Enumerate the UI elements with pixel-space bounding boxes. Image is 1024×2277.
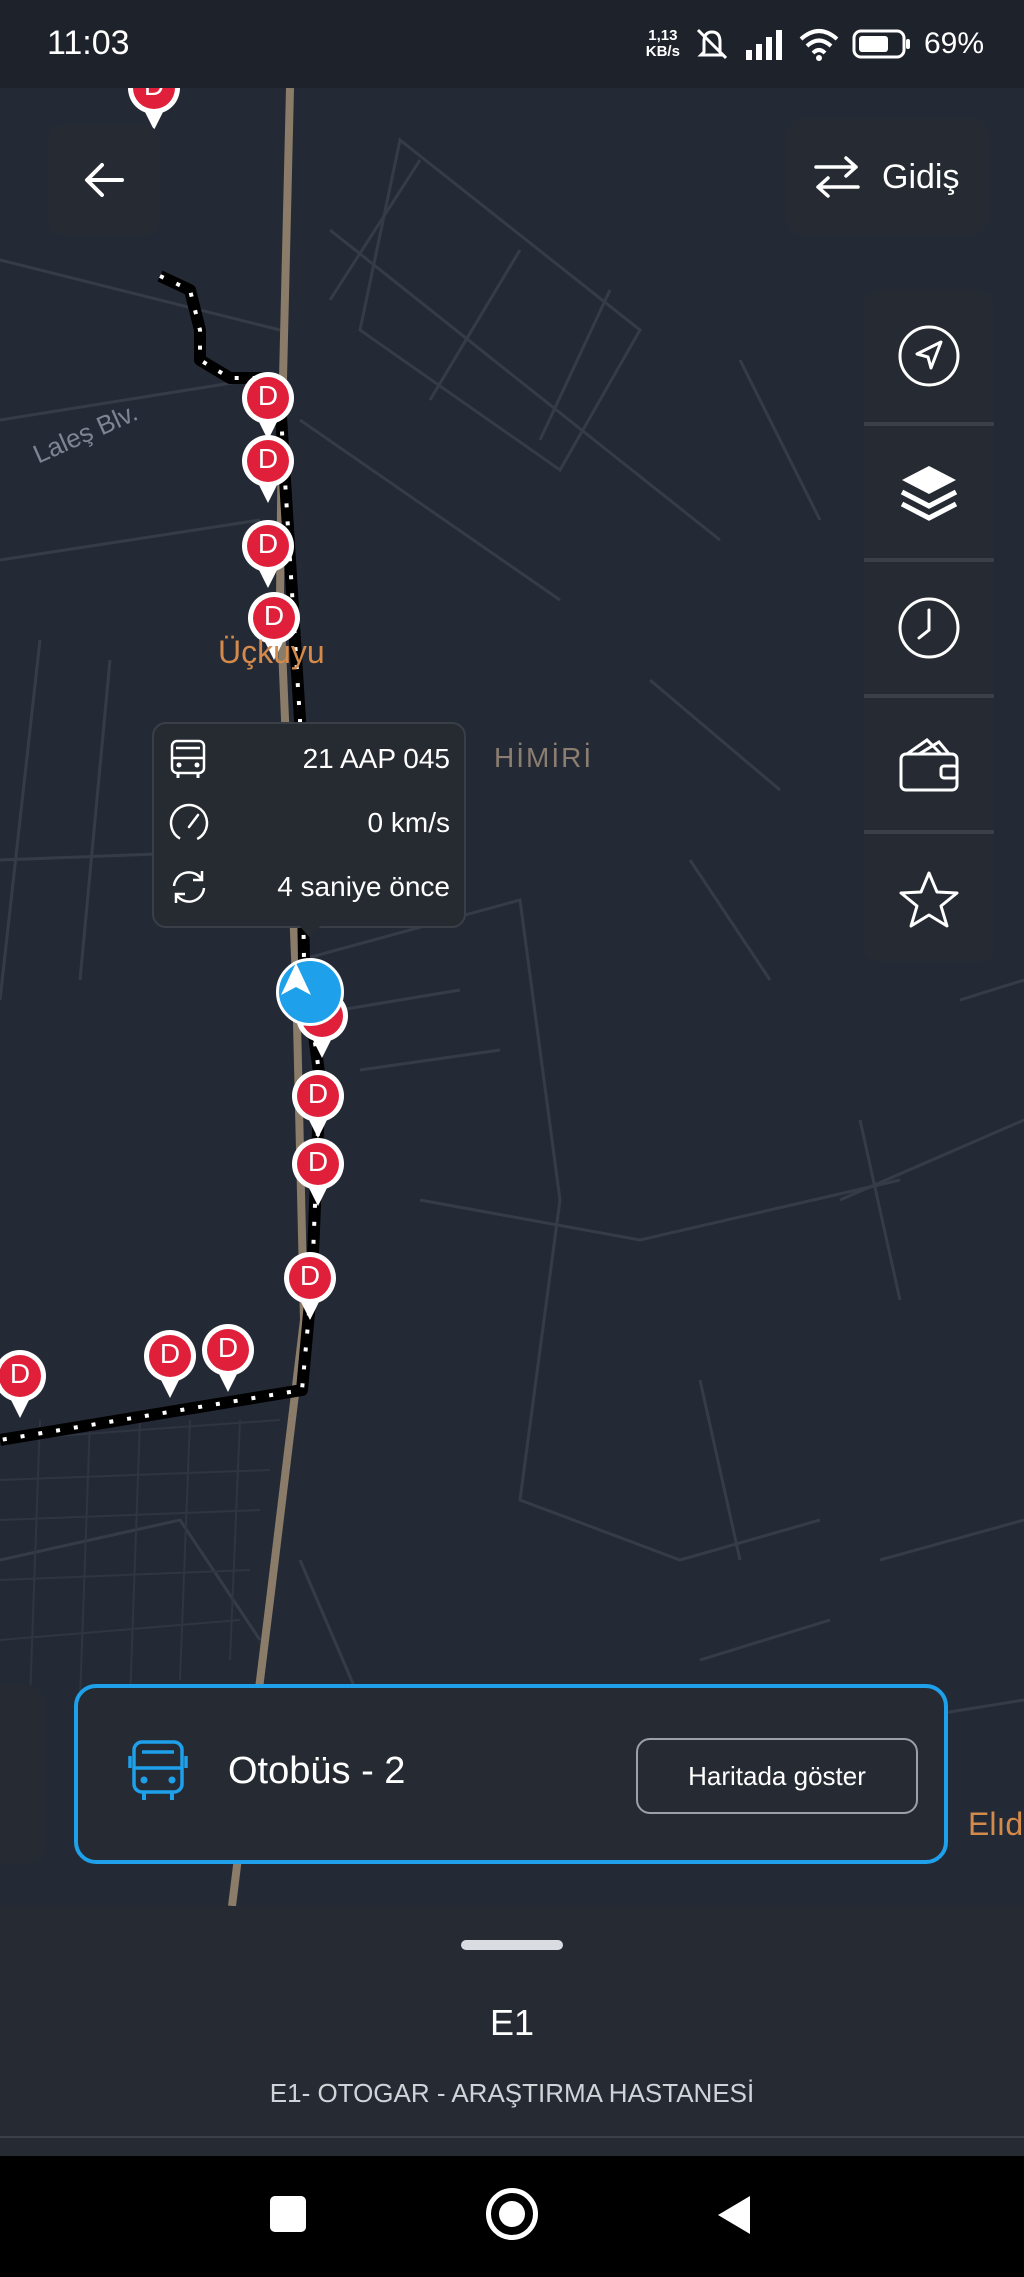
locate-button[interactable] (864, 290, 994, 422)
plate-row: 21 AAP 045 (168, 728, 450, 790)
star-icon (899, 871, 959, 928)
recents-button[interactable] (270, 2196, 306, 2232)
net-speed-value: 1,13 (648, 27, 678, 44)
direction-label: Gidiş (882, 157, 960, 196)
swap-arrows-icon (814, 156, 860, 198)
layers-button[interactable] (864, 426, 994, 558)
stop-marker[interactable]: D (240, 518, 296, 590)
speed-row: 0 km/s (168, 792, 450, 854)
route-bottom-sheet[interactable]: E1 E1- OTOGAR - ARAŞTIRMA HASTANESİ (0, 1906, 1024, 2156)
route-code: E1 (489, 2002, 535, 2043)
clock-icon (898, 597, 960, 659)
stop-marker[interactable]: D (0, 1348, 48, 1420)
battery-icon (852, 29, 910, 59)
net-speed: 1,13 KB/s (646, 28, 680, 60)
bus-icon (170, 739, 206, 778)
stop-marker-letter: D (307, 1146, 329, 1177)
direction-toggle-button[interactable]: Gidiş (786, 118, 988, 236)
wifi-icon (799, 29, 839, 61)
stop-marker-letter: D (217, 1332, 239, 1363)
wallet-icon (899, 738, 959, 792)
vehicle-marker[interactable] (276, 958, 344, 1026)
speedometer-icon (169, 803, 209, 843)
district-label-elidi: Elıd (968, 1806, 1024, 1842)
stop-marker-letter: D (263, 600, 285, 631)
status-time: 11:03 (47, 24, 130, 62)
home-button[interactable] (486, 2188, 538, 2240)
stop-marker-letter: D (299, 1260, 321, 1291)
stop-marker[interactable]: D (282, 1250, 338, 1322)
stop-marker[interactable]: D (290, 1068, 346, 1140)
refresh-icon (172, 871, 206, 903)
stop-marker-letter: D (159, 1338, 181, 1369)
mute-icon (696, 28, 728, 60)
vehicle-plate: 21 AAP 045 (302, 743, 450, 774)
stop-marker-letter: D (257, 528, 279, 559)
status-icons: 1,13 KB/s 69% (646, 22, 984, 66)
stop-marker[interactable]: D (240, 433, 296, 505)
stop-marker-letter: D (257, 380, 279, 411)
stop-marker[interactable]: D (142, 1328, 198, 1400)
stop-marker-letter: D (126, 88, 182, 102)
schedule-button[interactable] (864, 562, 994, 694)
home-dot (499, 2201, 525, 2227)
previous-bus-card[interactable] (0, 1684, 44, 1864)
layers-icon (900, 466, 958, 521)
map-side-controls (864, 290, 994, 962)
signal-icon (745, 30, 782, 60)
favorite-button[interactable] (864, 834, 994, 966)
vehicle-speed: 0 km/s (367, 807, 450, 838)
back-button[interactable] (48, 124, 160, 236)
bus-card-title: Otobüs - 2 (228, 1750, 406, 1792)
status-bar: 11:03 1,13 KB/s 69% (0, 0, 1024, 88)
location-arrow-icon (898, 325, 960, 387)
system-nav-bar (0, 2156, 1024, 2277)
stop-marker[interactable]: D (240, 370, 296, 442)
last-updated: 4 saniye önce (277, 871, 450, 902)
popup-pointer (296, 922, 324, 938)
battery-percent: 69% (923, 27, 984, 60)
bus-icon (128, 1740, 188, 1800)
sheet-drag-handle[interactable] (461, 1940, 563, 1950)
show-on-map-button[interactable]: Haritada göster (636, 1738, 918, 1814)
route-name: E1- OTOGAR - ARAŞTIRMA HASTANESİ (269, 2078, 755, 2108)
stop-marker-letter: D (257, 443, 279, 474)
bus-card[interactable]: Otobüs - 2 Haritada göster (74, 1684, 948, 1864)
fare-wallet-button[interactable] (864, 698, 994, 830)
back-nav-icon[interactable] (716, 2194, 752, 2236)
stop-marker[interactable]: D (290, 1136, 346, 1208)
district-label-uckuyu: Üçkuyu (218, 634, 325, 670)
vehicle-info-popup: 21 AAP 045 0 km/s 4 saniye önce (152, 722, 466, 938)
district-label-himiri: HİMİRİ (494, 742, 594, 773)
stop-marker[interactable]: D (200, 1322, 256, 1394)
sheet-divider (0, 2136, 1024, 2138)
stop-marker-letter: D (307, 1078, 329, 1109)
updated-row: 4 saniye önce (168, 856, 450, 918)
stop-marker-letter: D (9, 1358, 31, 1389)
navigation-arrow-icon (281, 963, 311, 995)
arrow-left-icon (85, 163, 124, 197)
net-speed-unit: KB/s (645, 43, 680, 60)
